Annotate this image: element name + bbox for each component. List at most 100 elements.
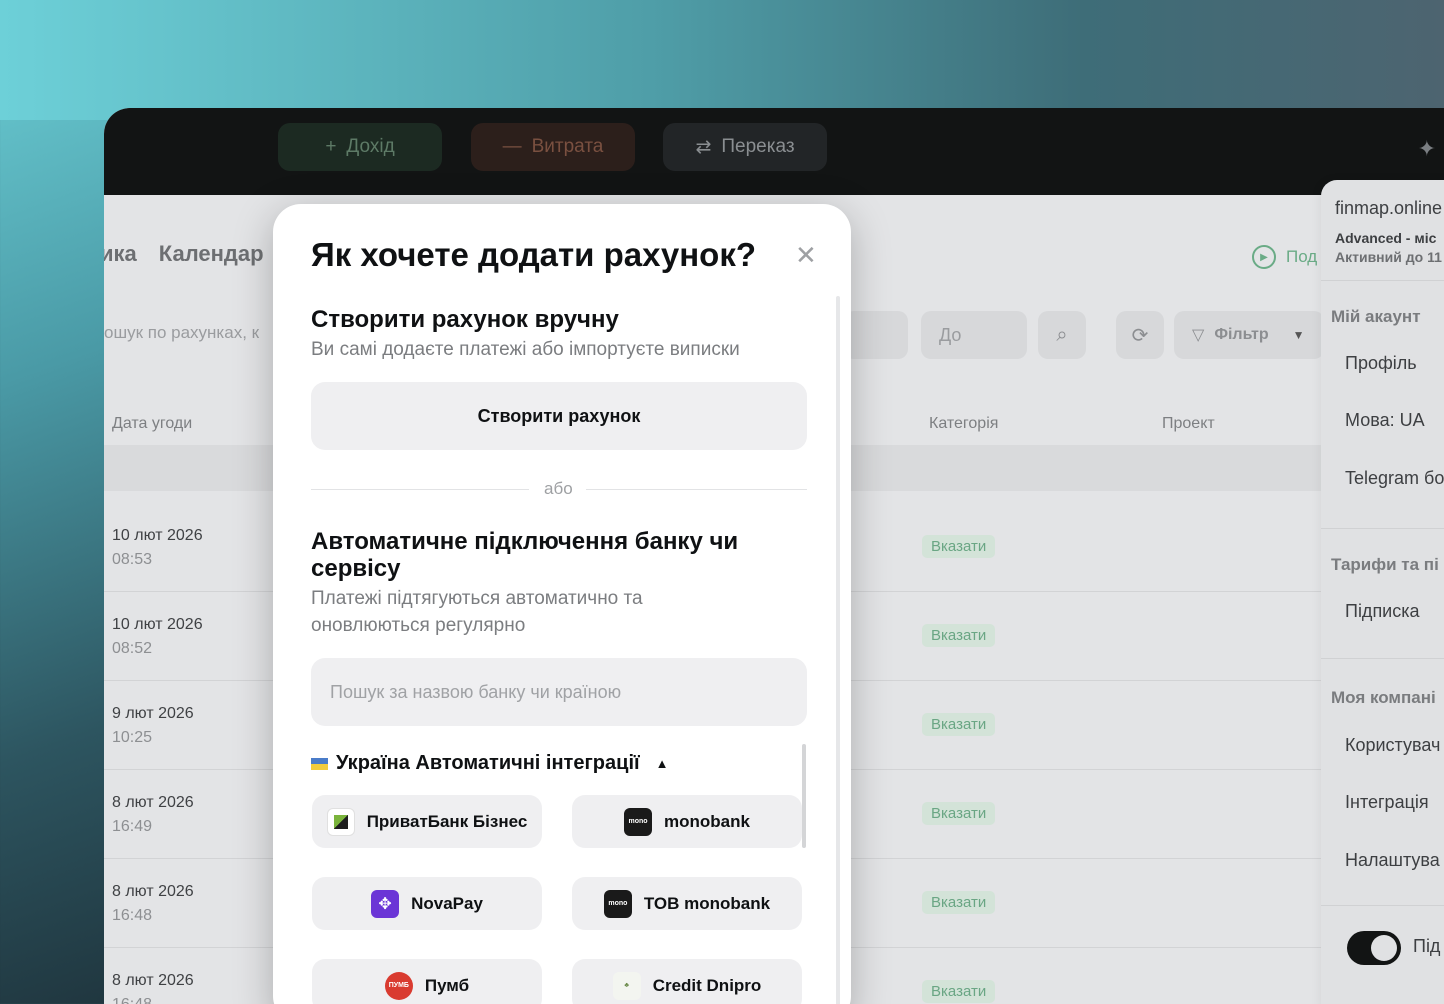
refresh-icon[interactable]: ⟳	[1116, 311, 1164, 359]
column-category[interactable]: Категорія	[929, 415, 998, 433]
row-time: 16:49	[112, 818, 153, 835]
plus-icon: +	[325, 136, 337, 157]
expense-label: Витрата	[531, 136, 604, 157]
menu-item-language[interactable]: Мова: UA	[1345, 410, 1425, 431]
row-date: 9 лют 2026	[112, 705, 194, 722]
column-date[interactable]: Дата угоди	[112, 415, 192, 433]
minus-icon: —	[502, 136, 522, 157]
bank-option-tov-monobank[interactable]: mono ТОВ monobank	[572, 877, 802, 930]
bank-name: ТОВ monobank	[643, 893, 771, 913]
tab-analytics[interactable]: ика	[104, 241, 137, 267]
divider	[311, 489, 529, 490]
bank-name: monobank	[664, 811, 750, 831]
chevron-up-icon: ▲	[655, 756, 669, 771]
menu-item-subscription[interactable]: Підписка	[1345, 601, 1420, 622]
bank-option-credit-dnipro[interactable]: ♣ Credit Dnipro	[572, 959, 802, 1004]
help-video-link[interactable]: ▶ Под	[1252, 245, 1317, 269]
bank-option-novapay[interactable]: ✥ NovaPay	[312, 877, 542, 930]
feature-toggle[interactable]	[1347, 931, 1401, 965]
row-date: 10 лют 2026	[112, 616, 203, 633]
pumb-logo: ПУМБ	[384, 971, 413, 1000]
income-label: Дохід	[346, 136, 395, 157]
nav-tabs: ика Календар	[104, 241, 264, 267]
auto-description: Платежі підтягуються автоматично та онов…	[311, 588, 643, 636]
top-bar: + Дохід — Витрата ⇄ Переказ ✦	[104, 108, 1444, 195]
plan-label: Advanced - міс	[1335, 230, 1437, 246]
column-project[interactable]: Проект	[1162, 415, 1215, 433]
monobank-logo: mono	[624, 807, 653, 836]
section-my-company: Моя компані	[1331, 688, 1436, 707]
category-tag[interactable]: Вказати	[922, 713, 996, 736]
menu-item-telegram[interactable]: Telegram бо	[1345, 468, 1444, 489]
country-label: Україна Автоматичні інтеграції	[336, 752, 640, 774]
divider	[1321, 905, 1444, 906]
ukraine-flag-icon	[311, 757, 328, 770]
plan-active-until: Активний до 11	[1335, 249, 1442, 265]
row-date: 8 лют 2026	[112, 794, 194, 811]
filter-icon: ▽	[1192, 327, 1205, 344]
category-tag[interactable]: Вказати	[922, 624, 996, 647]
row-time: 16:48	[112, 907, 153, 924]
section-my-account: Мій акаунт	[1331, 307, 1421, 326]
add-expense-button[interactable]: — Витрата	[471, 123, 635, 171]
manual-heading: Створити рахунок вручну	[311, 306, 619, 333]
sparkle-icon[interactable]: ✦	[1418, 136, 1436, 162]
add-transfer-button[interactable]: ⇄ Переказ	[663, 123, 827, 171]
credit-dnipro-logo: ♣	[612, 971, 641, 1000]
bank-option-privatbank[interactable]: ПриватБанк Бізнес	[312, 795, 542, 848]
accounts-search-input[interactable]: ошук по рахунках, к	[104, 323, 259, 343]
row-date: 8 лют 2026	[112, 972, 194, 989]
add-income-button[interactable]: + Дохід	[278, 123, 442, 171]
row-time: 08:52	[112, 640, 153, 657]
novapay-logo: ✥	[371, 889, 400, 918]
account-side-panel: finmap.online Advanced - міс Активний до…	[1321, 180, 1444, 1004]
bank-search-input[interactable]: Пошук за назвою банку чи країною	[311, 658, 807, 726]
chevron-down-icon: ▼	[1292, 328, 1305, 342]
filter-button[interactable]: ▽ Фільтр ▼	[1174, 311, 1324, 359]
create-account-button[interactable]: Створити рахунок	[311, 382, 807, 450]
company-domain: finmap.online	[1335, 198, 1443, 218]
date-from-input[interactable]	[844, 311, 908, 359]
divider	[586, 489, 807, 490]
bank-name: NovaPay	[411, 893, 483, 913]
add-account-modal: Як хочете додати рахунок? ✕ Створити рах…	[273, 204, 851, 1004]
bank-name: ПриватБанк Бізнес	[366, 811, 528, 831]
divider	[1321, 280, 1444, 281]
category-tag[interactable]: Вказати	[922, 980, 996, 1003]
divider	[1321, 528, 1444, 529]
close-icon[interactable]: ✕	[795, 242, 817, 268]
category-tag[interactable]: Вказати	[922, 535, 996, 558]
category-tag[interactable]: Вказати	[922, 891, 996, 914]
bank-name: Пумб	[424, 975, 470, 995]
search-icon[interactable]: ⌕	[1038, 311, 1086, 359]
menu-item-users[interactable]: Користувач	[1345, 735, 1440, 756]
row-time: 08:53	[112, 551, 153, 568]
help-link-label: Под	[1286, 247, 1318, 266]
filter-label: Фільтр	[1214, 326, 1269, 343]
category-tag[interactable]: Вказати	[922, 802, 996, 825]
transfer-icon: ⇄	[695, 136, 712, 158]
section-tariffs: Тарифи та пі	[1331, 555, 1439, 574]
tab-calendar[interactable]: Календар	[159, 241, 264, 267]
modal-title: Як хочете додати рахунок?	[311, 236, 757, 273]
auto-heading: Автоматичне підключення банку чи сервісу	[311, 528, 739, 582]
bank-list-scrollbar[interactable]	[802, 744, 806, 848]
bank-option-monobank[interactable]: mono monobank	[572, 795, 802, 848]
bank-option-pumb[interactable]: ПУМБ Пумб	[312, 959, 542, 1004]
menu-item-settings[interactable]: Налаштува	[1345, 850, 1440, 871]
date-to-input[interactable]: До	[921, 311, 1027, 359]
bank-name: Credit Dnipro	[652, 975, 762, 995]
transfer-label: Переказ	[721, 136, 795, 157]
menu-item-integration[interactable]: Інтеграція	[1345, 792, 1429, 813]
row-time: 10:25	[112, 729, 153, 746]
monobank-logo: mono	[603, 889, 632, 918]
menu-item-profile[interactable]: Профіль	[1345, 353, 1417, 374]
divider	[1321, 658, 1444, 659]
play-icon: ▶	[1252, 245, 1276, 269]
privatbank-logo	[326, 807, 355, 836]
manual-description: Ви самі додаєте платежі або імпортуєте в…	[311, 339, 740, 360]
modal-scrollbar[interactable]	[836, 296, 840, 1004]
row-date: 8 лют 2026	[112, 883, 194, 900]
desktop-background	[0, 0, 1444, 120]
country-group-toggle[interactable]: Україна Автоматичні інтеграції ▲	[311, 752, 669, 775]
